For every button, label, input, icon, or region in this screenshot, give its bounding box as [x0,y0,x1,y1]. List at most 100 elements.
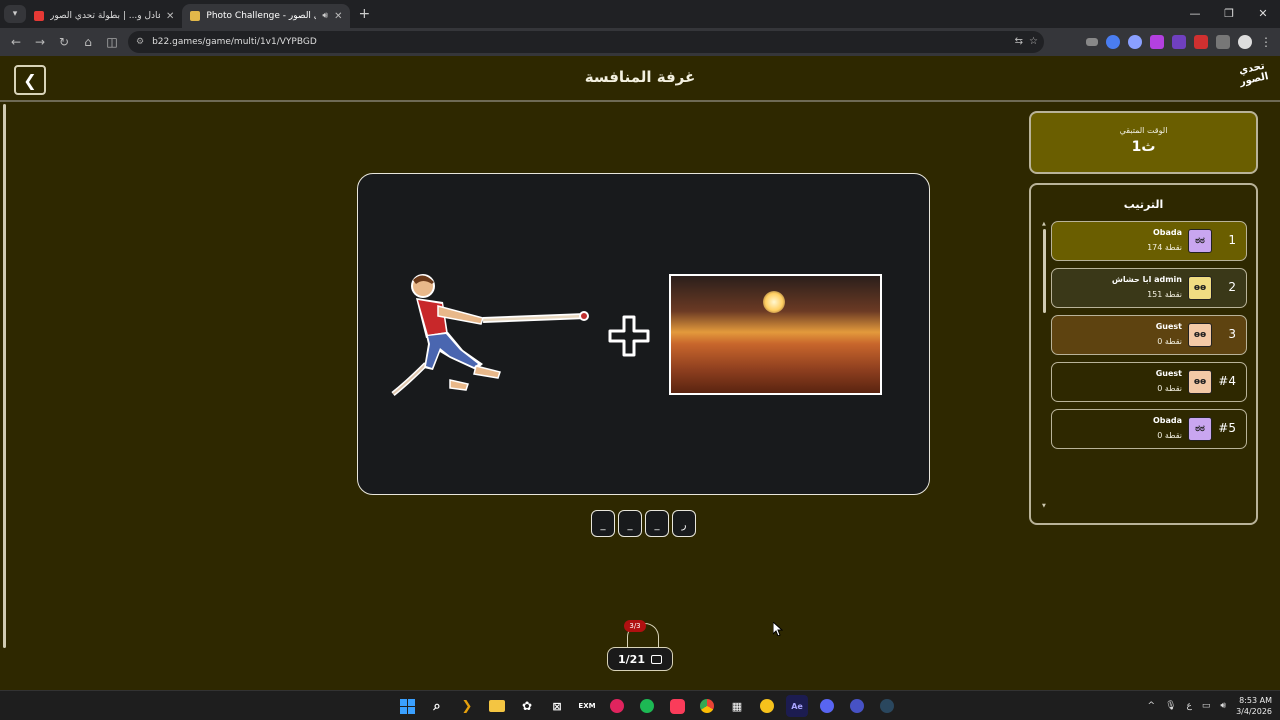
chat-app-icon[interactable] [756,695,778,717]
time-remaining-panel: الوقت المتبقي 1ث [1029,111,1258,174]
game-logo[interactable]: تحدي الصور [1233,60,1275,99]
player-avatar: ɵɵ [1188,323,1212,347]
media-player-icon[interactable] [606,695,628,717]
reload-icon[interactable]: ↻ [52,35,76,49]
extension-violet-icon[interactable] [1172,35,1186,49]
extension-purple-icon[interactable] [1150,35,1164,49]
close-window-icon[interactable]: ✕ [1246,0,1280,28]
after-effects-icon[interactable]: Ae [786,695,808,717]
browser-tab-1[interactable]: عادل و... | بطولة تحدي الصور 🌙 ✕ [26,4,182,28]
new-tab-plus-icon[interactable]: + [358,6,370,22]
tab-title: عادل و... | بطولة تحدي الصور 🌙 [50,11,160,21]
home-icon[interactable]: ⌂ [76,35,100,49]
close-tab-icon[interactable]: ✕ [334,11,342,22]
extensions-area: ⋮ [1086,28,1272,56]
sun-shape [763,291,785,313]
player-avatar: ಠಠ [1188,229,1212,253]
player-name: ابا حشاش admin [1111,275,1182,284]
page-title: غرفة المنافسة [584,68,696,86]
answer-slot[interactable]: _ [591,510,615,537]
ranking-scrollbar[interactable] [1043,229,1046,313]
system-tray: ^ 🎙︎ ع ▭ 🔊︎ 8:53 AM 3/4/2026 [1148,691,1272,720]
input-language[interactable]: ع [1187,701,1192,711]
file-explorer-icon[interactable] [486,695,508,717]
round-counter: 1/21 [607,647,673,671]
restore-icon[interactable]: ❐ [1212,0,1246,28]
player-points: 0 نقطة [1157,431,1182,440]
ranking-title: الترتيب [1123,198,1164,211]
forward-arrow-icon[interactable]: → [28,35,52,49]
tray-overflow-icon[interactable]: ^ [1148,701,1156,711]
chatgpt-icon[interactable]: ✿ [516,695,538,717]
bookmark-star-icon[interactable]: ☆ [1029,36,1038,47]
ranking-panel: الترتيب ▲ ▼ 1 ಠಠ Obada 174 نقطة 2 ɵɵ ابا… [1029,183,1258,525]
discord-ptb-icon[interactable] [846,695,868,717]
profile-avatar[interactable] [1238,35,1252,49]
rank-position: #5 [1218,421,1236,435]
player-avatar: ɵɵ [1188,370,1212,394]
microphone-icon[interactable]: 🎙︎ [1165,701,1176,711]
rank-position: 1 [1228,233,1236,247]
ranking-row: 2 ɵɵ ابا حشاش admin 151 نقطة [1051,268,1247,308]
answer-slot[interactable]: _ [618,510,642,537]
round-counter-text: 1/21 [618,652,645,666]
browser-tab-bar: ▾ عادل و... | بطولة تحدي الصور 🌙 ✕ Photo… [0,0,1280,28]
scroll-up-icon[interactable]: ▲ [1042,221,1046,227]
speaker-icon[interactable]: 🔊︎ [322,11,328,21]
address-bar[interactable]: ⚙ b22.games/game/multi/1v1/VYPBGD ⇆ ☆ [128,31,1044,53]
player-points: 0 نقطة [1157,337,1182,346]
apple-music-icon[interactable] [666,695,688,717]
extension-circle-icon[interactable] [1128,35,1142,49]
plex-icon[interactable]: ❯ [456,695,478,717]
browser-toolbar: ← → ↻ ⌂ ◫ ⚙ b22.games/game/multi/1v1/VYP… [0,28,1280,56]
player-avatar: ɵɵ [1188,276,1212,300]
player-points: 174 نقطة [1147,243,1182,252]
ranking-row: 1 ಠಠ Obada 174 نقطة [1051,221,1247,261]
player-points: 0 نقطة [1157,384,1182,393]
chrome-icon[interactable] [696,695,718,717]
minimize-icon[interactable]: — [1178,0,1212,28]
browser-tab-2[interactable]: Photo Challenge - تحدي الصور 🔊︎ ✕ [182,4,351,28]
player-name: Guest [1155,322,1182,331]
tug-of-war-figure-image [391,274,589,396]
rank-position: 2 [1228,280,1236,294]
taskbar-clock[interactable]: 8:53 AM 3/4/2026 [1236,695,1272,717]
lives-badge: 3/3 [624,620,646,632]
rank-position: #4 [1218,374,1236,388]
steam-icon[interactable] [876,695,898,717]
back-arrow-icon[interactable]: ← [4,35,28,49]
player-points: 151 نقطة [1147,290,1182,299]
network-icon[interactable]: ▭ [1202,701,1211,711]
xbox-icon[interactable]: ⊠ [546,695,568,717]
close-tab-icon[interactable]: ✕ [166,11,174,22]
answer-slot[interactable]: _ [645,510,669,537]
browser-menu-icon[interactable]: ⋮ [1260,35,1272,49]
discord-icon[interactable] [816,695,838,717]
extension-red-icon[interactable] [1194,35,1208,49]
task-manager-icon[interactable]: ▦ [726,695,748,717]
time-remaining-label: الوقت المتبقي [1119,126,1168,135]
scroll-down-icon[interactable]: ▼ [1042,503,1046,509]
plus-icon [608,315,650,357]
desert-sunset-photo [669,274,882,395]
volume-icon[interactable]: 🔊︎ [1220,701,1226,711]
spotify-icon[interactable] [636,695,658,717]
player-name: Obada [1152,416,1182,425]
split-view-icon[interactable]: ◫ [100,35,124,49]
windows-start-icon[interactable] [396,695,418,717]
clock-date: 3/4/2026 [1236,707,1272,716]
mouse-cursor-icon [773,622,783,636]
exm-icon[interactable]: EXM [576,695,598,717]
extensions-puzzle-icon[interactable] [1216,35,1230,49]
translate-icon[interactable]: ⇆ [1015,36,1023,47]
extension-wave-icon[interactable] [1106,35,1120,49]
rank-position: 3 [1228,327,1236,341]
time-remaining-value: 1ث [1131,139,1156,155]
extension-glasses-icon[interactable] [1086,38,1098,46]
page-scrollbar[interactable] [3,104,6,648]
search-icon[interactable]: ⌕ [426,695,448,717]
ranking-row: 3 ɵɵ Guest 0 نقطة [1051,315,1247,355]
tab-search-button[interactable]: ▾ [4,5,26,23]
site-info-icon[interactable]: ⚙ [136,37,144,47]
answer-slot[interactable]: ر [672,510,696,537]
